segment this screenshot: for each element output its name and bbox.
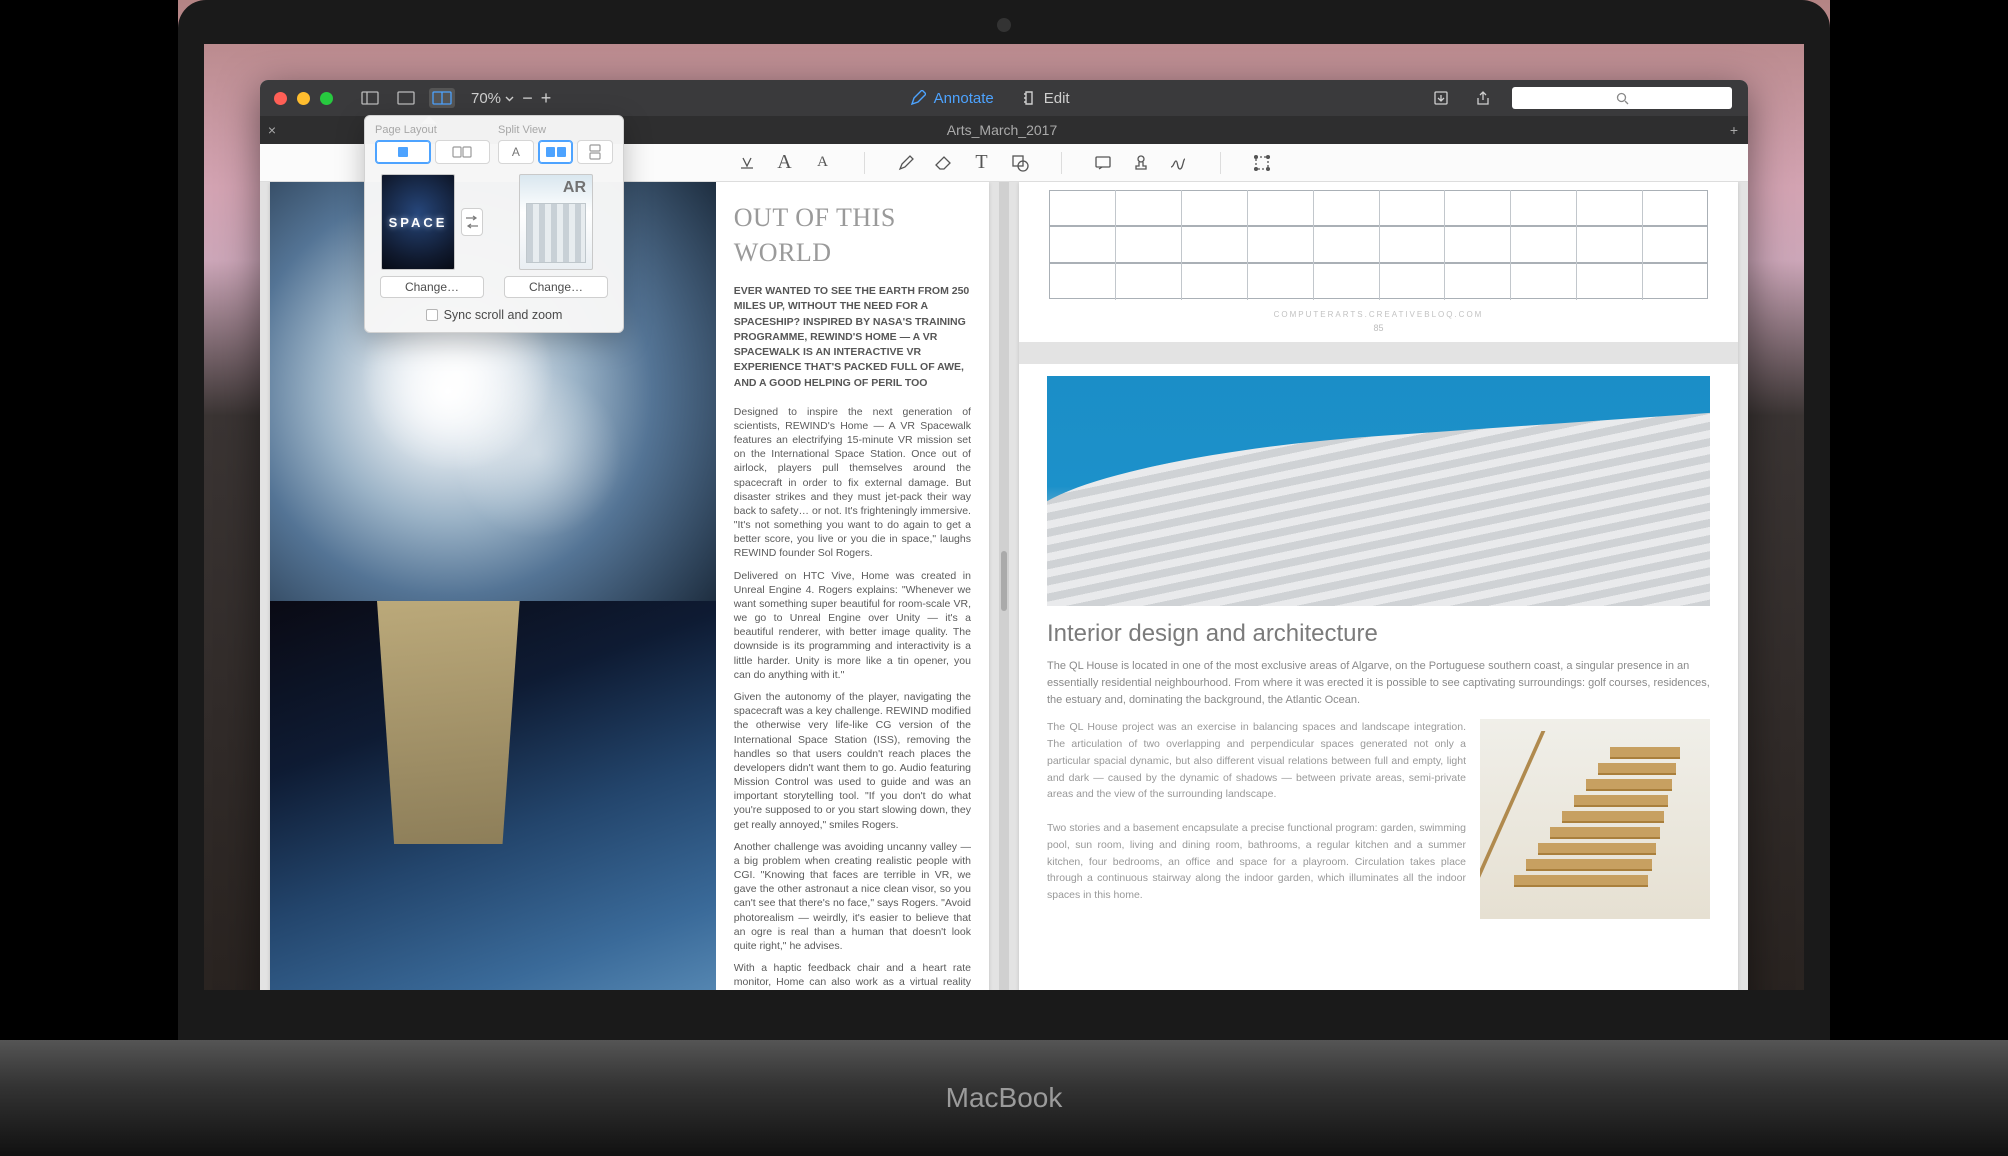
selection-tool-icon[interactable]: [1251, 152, 1273, 174]
page-number: 85: [1019, 323, 1738, 333]
note-tool-icon[interactable]: [1092, 152, 1114, 174]
article-lead: EVER WANTED TO SEE THE EARTH FROM 250 MI…: [734, 284, 971, 391]
window-fullscreen-button[interactable]: [320, 92, 333, 105]
layout-double-button[interactable]: [435, 140, 491, 164]
zoom-in-button[interactable]: +: [541, 88, 552, 109]
desktop-wallpaper: 70% − + Annotate Edit: [178, 0, 1830, 1040]
sidebar-toggle-button[interactable]: [357, 88, 383, 108]
satellite-earth-image: [270, 601, 716, 1020]
signature-tool-icon[interactable]: [1168, 152, 1190, 174]
import-button[interactable]: [1428, 88, 1454, 108]
window-close-button[interactable]: [274, 92, 287, 105]
split-view-button[interactable]: [429, 88, 455, 108]
new-tab-button[interactable]: +: [1720, 122, 1748, 138]
article-headline: OUT OF THIS WORLD: [734, 200, 971, 270]
zoom-value-dropdown[interactable]: 70%: [471, 90, 514, 107]
stamp-tool-icon[interactable]: [1130, 152, 1152, 174]
text-tool-icon[interactable]: T: [971, 152, 993, 174]
right-doc-thumbnail[interactable]: AR: [519, 174, 593, 270]
change-right-doc-button[interactable]: Change…: [504, 276, 608, 298]
building-elevation-drawing: COMPUTERARTS.CREATIVEBLOQ.COM 85: [1019, 182, 1738, 342]
magazine-article-text: OUT OF THIS WORLD EVER WANTED TO SEE THE…: [716, 182, 989, 1020]
page-footer-site: COMPUTERARTS.CREATIVEBLOQ.COM: [1019, 310, 1738, 319]
annotate-mode-button[interactable]: Annotate: [910, 90, 994, 107]
macbook-label: MacBook: [0, 1082, 2008, 1114]
search-field[interactable]: [1512, 87, 1732, 109]
tab-close-button[interactable]: ×: [260, 122, 284, 138]
font-small-icon[interactable]: A: [812, 152, 834, 174]
zoom-group: 70% − +: [471, 88, 551, 109]
swap-documents-button[interactable]: [461, 208, 483, 236]
window-minimize-button[interactable]: [297, 92, 310, 105]
layout-single-button[interactable]: [375, 140, 431, 164]
titlebar: 70% − + Annotate Edit: [260, 80, 1748, 116]
app-window: 70% − + Annotate Edit: [260, 80, 1748, 1020]
architecture-heading: Interior design and architecture: [1047, 620, 1710, 648]
architecture-article: Interior design and architecture The QL …: [1019, 364, 1738, 919]
page-layout-label: Page Layout: [375, 124, 490, 136]
right-document-pane[interactable]: COMPUTERARTS.CREATIVEBLOQ.COM 85 Interio…: [1009, 182, 1748, 1020]
left-doc-thumbnail[interactable]: SPACE: [381, 174, 455, 270]
architecture-intro: The QL House is located in one of the mo…: [1047, 658, 1710, 709]
eraser-tool-icon[interactable]: [933, 152, 955, 174]
highlight-text-tool-icon[interactable]: [736, 152, 758, 174]
single-page-button[interactable]: [393, 88, 419, 108]
shape-tool-icon[interactable]: [1009, 152, 1031, 174]
edit-mode-button[interactable]: Edit: [1022, 90, 1070, 107]
staircase-image: [1480, 719, 1710, 919]
split-horizontal-button[interactable]: [538, 140, 574, 164]
share-button[interactable]: [1470, 88, 1496, 108]
sync-label: Sync scroll and zoom: [444, 308, 563, 322]
split-divider[interactable]: [999, 182, 1009, 1020]
zoom-out-button[interactable]: −: [522, 88, 533, 109]
traffic-lights: [274, 92, 333, 105]
webcam: [997, 18, 1011, 32]
split-text-button[interactable]: A: [498, 140, 534, 164]
change-left-doc-button[interactable]: Change…: [380, 276, 484, 298]
font-large-icon[interactable]: A: [774, 152, 796, 174]
split-view-label: Split View: [498, 124, 613, 136]
pencil-tool-icon[interactable]: [895, 152, 917, 174]
split-vertical-button[interactable]: [577, 140, 613, 164]
search-icon: [1616, 92, 1629, 105]
sync-checkbox[interactable]: [426, 309, 438, 321]
view-mode-popover: Page Layout Split View A: [364, 115, 624, 333]
architecture-column-text: The QL House project was an exercise in …: [1047, 719, 1466, 919]
building-facade-image: [1047, 376, 1710, 606]
horizontal-scrollbar[interactable]: [272, 1008, 987, 1016]
